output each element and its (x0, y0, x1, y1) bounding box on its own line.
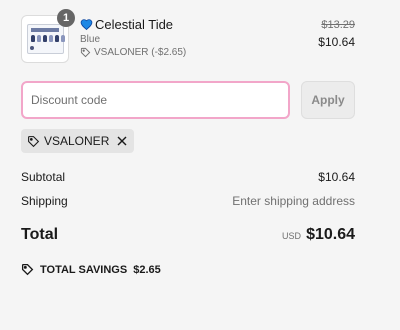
subtotal-label: Subtotal (21, 170, 66, 184)
subtotal-value: $10.64 (318, 170, 355, 184)
apply-button[interactable]: Apply (301, 81, 355, 119)
subtotal-row: Subtotal $10.64 (21, 170, 355, 184)
shipping-value: Enter shipping address (232, 194, 355, 208)
line-item: 1 Celestial Tide Blue VSALONER (-$2.65) … (21, 9, 355, 65)
remove-discount-icon[interactable] (117, 136, 127, 146)
discount-form: Apply (21, 81, 355, 119)
shipping-row: Shipping Enter shipping address (21, 194, 355, 208)
line-discount: VSALONER (-$2.65) (80, 47, 186, 58)
original-price: $13.29 (321, 19, 355, 31)
total-value: $10.64 (306, 226, 355, 243)
product-title: Celestial Tide (95, 17, 174, 32)
savings-value: $2.65 (133, 263, 161, 276)
product-packaging (27, 24, 65, 54)
total-savings: TOTAL SAVINGS $2.65 (21, 263, 161, 276)
tag-icon (21, 263, 34, 276)
applied-discount-chip: VSALONER (21, 129, 135, 153)
product-title-row: Celestial Tide (80, 17, 173, 32)
savings-label: TOTAL SAVINGS (40, 263, 128, 276)
blue-heart-icon (80, 19, 93, 31)
order-summary: 1 Celestial Tide Blue VSALONER (-$2.65) … (21, 9, 355, 276)
product-variant: Blue (80, 34, 101, 45)
tag-icon (28, 135, 40, 147)
line-price: $10.64 (318, 35, 355, 49)
discount-code-input[interactable] (21, 81, 290, 119)
tag-icon (80, 47, 91, 58)
total-row: Total USD $10.64 (21, 226, 355, 244)
total-label: Total (21, 226, 59, 243)
currency-code: USD (282, 231, 302, 241)
quantity-badge: 1 (57, 9, 75, 27)
line-discount-label: VSALONER (-$2.65) (94, 47, 187, 58)
total-amount: USD $10.64 (282, 226, 355, 244)
shipping-label: Shipping (21, 194, 68, 208)
applied-code: VSALONER (44, 134, 110, 148)
